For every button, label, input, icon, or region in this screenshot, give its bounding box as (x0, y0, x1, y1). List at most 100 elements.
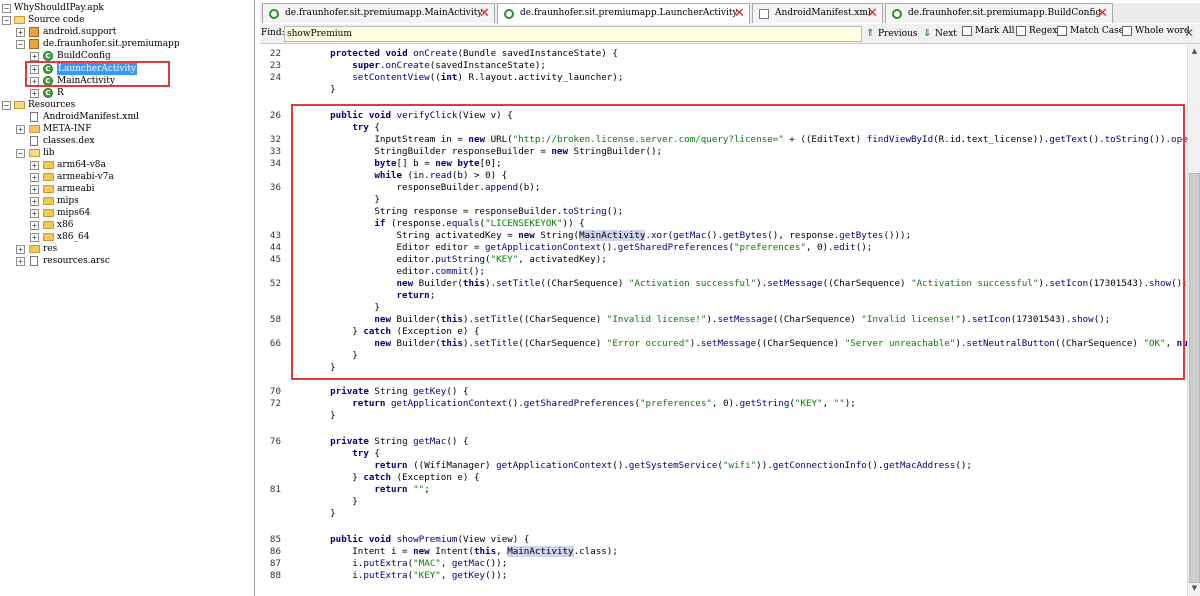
scrollbar-thumb[interactable] (1189, 173, 1200, 583)
code-line[interactable]: try { (260, 448, 1187, 460)
class-icon (504, 9, 514, 19)
code-line[interactable]: 88 i.putExtra("KEY", getKey()); (260, 570, 1187, 582)
project-tree-panel[interactable]: − WhyShouldIPay.apk − Source code + andr… (0, 0, 255, 596)
code-line[interactable]: if (response.equals("LICENSEKEYOK")) { (260, 218, 1187, 230)
code-line[interactable]: 33 StringBuilder responseBuilder = new S… (260, 146, 1187, 158)
code-line[interactable]: String response = responseBuilder.toStri… (260, 206, 1187, 218)
regex-checkbox[interactable] (1016, 26, 1026, 36)
close-icon[interactable]: ✕ (1096, 7, 1109, 20)
collapse-toggle-icon[interactable]: − (2, 4, 11, 13)
class-icon: C (43, 64, 53, 74)
close-icon[interactable]: ✕ (733, 7, 746, 20)
expand-toggle-icon[interactable]: + (30, 185, 39, 194)
tree-item-label: de.fraunhofer.sit.premiumapp (43, 39, 180, 49)
code-line[interactable]: } (260, 508, 1187, 520)
expand-toggle-icon[interactable]: + (30, 233, 39, 242)
code-line[interactable]: 76 private String getMac() { (260, 436, 1187, 448)
code-line[interactable]: 34 byte[] b = new byte[0]; (260, 158, 1187, 170)
match-case-label: Match Case (1070, 26, 1125, 36)
code-line[interactable]: } (260, 362, 1187, 374)
code-line[interactable]: return; (260, 290, 1187, 302)
mark-all-checkbox[interactable] (962, 26, 972, 36)
expand-toggle-icon[interactable]: + (30, 209, 39, 218)
code-line[interactable]: 45 editor.putString("KEY", activatedKey)… (260, 254, 1187, 266)
collapse-toggle-icon[interactable]: − (2, 16, 11, 25)
expand-toggle-icon[interactable]: + (16, 125, 25, 134)
expand-toggle-icon[interactable]: + (16, 257, 25, 266)
expand-toggle-icon[interactable]: + (16, 28, 25, 37)
code-line[interactable]: 70 private String getKey() { (260, 386, 1187, 398)
expand-toggle-icon[interactable]: + (30, 221, 39, 230)
code-line[interactable]: } (260, 496, 1187, 508)
line-number: 66 (269, 338, 281, 349)
code-line[interactable]: editor.commit(); (260, 266, 1187, 278)
line-number: 70 (269, 386, 281, 397)
tab-mainactivity[interactable]: de.fraunhofer.sit.premiumapp.MainActivit… (262, 3, 495, 23)
code-text: return getApplicationContext().getShared… (352, 398, 856, 409)
folder-icon (43, 209, 54, 217)
line-number: 34 (269, 158, 281, 169)
code-line[interactable] (260, 96, 1187, 108)
code-line[interactable]: } catch (Exception e) { (260, 326, 1187, 338)
code-line[interactable]: return ((WifiManager) getApplicationCont… (260, 460, 1187, 472)
expand-toggle-icon[interactable]: + (30, 197, 39, 206)
expand-toggle-icon[interactable]: + (30, 65, 39, 74)
code-line[interactable]: 26 public void verifyClick(View v) { (260, 110, 1187, 122)
code-line[interactable]: while (in.read(b) > 0) { (260, 170, 1187, 182)
close-icon[interactable]: ✕ (1182, 26, 1196, 40)
code-line[interactable]: 43 String activatedKey = new String(Main… (260, 230, 1187, 242)
collapse-toggle-icon[interactable]: − (16, 40, 25, 49)
code-line[interactable]: 36 responseBuilder.append(b); (260, 182, 1187, 194)
code-line[interactable]: 87 i.putExtra("MAC", getMac()); (260, 558, 1187, 570)
code-line[interactable]: 72 return getApplicationContext().getSha… (260, 398, 1187, 410)
collapse-toggle-icon[interactable]: − (16, 149, 25, 158)
code-line[interactable]: 32 InputStream in = new URL("http://brok… (260, 134, 1187, 146)
collapse-toggle-icon[interactable]: − (2, 101, 11, 110)
line-number: 52 (269, 278, 281, 289)
match-case-checkbox[interactable] (1057, 26, 1067, 36)
code-line[interactable]: } (260, 194, 1187, 206)
code-line[interactable]: 86 Intent i = new Intent(this, MainActiv… (260, 546, 1187, 558)
expand-toggle-icon[interactable]: + (30, 77, 39, 86)
code-line[interactable]: } catch (Exception e) { (260, 472, 1187, 484)
code-line[interactable]: } (260, 84, 1187, 96)
tree-item-label: META-INF (43, 124, 92, 134)
close-icon[interactable]: ✕ (866, 7, 879, 20)
code-text: if (response.equals("LICENSEKEYOK")) { (374, 218, 585, 229)
code-line[interactable]: 23 super.onCreate(savedInstanceState); (260, 60, 1187, 72)
code-line[interactable]: } (260, 350, 1187, 362)
code-line[interactable] (260, 374, 1187, 386)
tab-buildconfig[interactable]: de.fraunhofer.sit.premiumapp.BuildConfig… (885, 3, 1113, 23)
code-line[interactable]: 52 new Builder(this).setTitle((CharSeque… (260, 278, 1187, 290)
tab-label: AndroidManifest.xml (775, 8, 871, 18)
code-line[interactable]: 85 public void showPremium(View view) { (260, 534, 1187, 546)
tab-label: de.fraunhofer.sit.premiumapp.BuildConfig (908, 8, 1102, 18)
code-line[interactable]: 24 setContentView((int) R.layout.activit… (260, 72, 1187, 84)
code-line[interactable] (260, 422, 1187, 434)
expand-toggle-icon[interactable]: + (16, 245, 25, 254)
code-editor[interactable]: 22 protected void onCreate(Bundle savedI… (260, 45, 1187, 596)
tab-launcheractivity[interactable]: de.fraunhofer.sit.premiumapp.LauncherAct… (497, 3, 750, 24)
code-line[interactable]: try { (260, 122, 1187, 134)
close-icon[interactable]: ✕ (478, 7, 491, 20)
expand-toggle-icon[interactable]: + (30, 173, 39, 182)
find-input[interactable] (284, 26, 862, 42)
tab-androidmanifest[interactable]: AndroidManifest.xml ✕ (752, 3, 883, 23)
code-line[interactable]: 44 Editor editor = getApplicationContext… (260, 242, 1187, 254)
folder-icon (43, 185, 54, 193)
scroll-up-icon[interactable]: ▲ (1189, 46, 1200, 57)
scroll-down-icon[interactable]: ▼ (1189, 583, 1200, 594)
expand-toggle-icon[interactable]: + (30, 52, 39, 61)
code-line[interactable]: 22 protected void onCreate(Bundle savedI… (260, 48, 1187, 60)
expand-toggle-icon[interactable]: + (30, 89, 39, 98)
whole-word-checkbox[interactable] (1122, 26, 1132, 36)
code-text: } (308, 84, 336, 95)
expand-toggle-icon[interactable]: + (30, 161, 39, 170)
code-line[interactable]: 58 new Builder(this).setTitle((CharSeque… (260, 314, 1187, 326)
code-line[interactable]: 81 return ""; (260, 484, 1187, 496)
code-line[interactable]: 66 new Builder(this).setTitle((CharSeque… (260, 338, 1187, 350)
code-line[interactable]: } (260, 302, 1187, 314)
code-line[interactable]: } (260, 410, 1187, 422)
code-line[interactable] (260, 520, 1187, 532)
vertical-scrollbar[interactable]: ▲ ▼ (1187, 45, 1200, 596)
